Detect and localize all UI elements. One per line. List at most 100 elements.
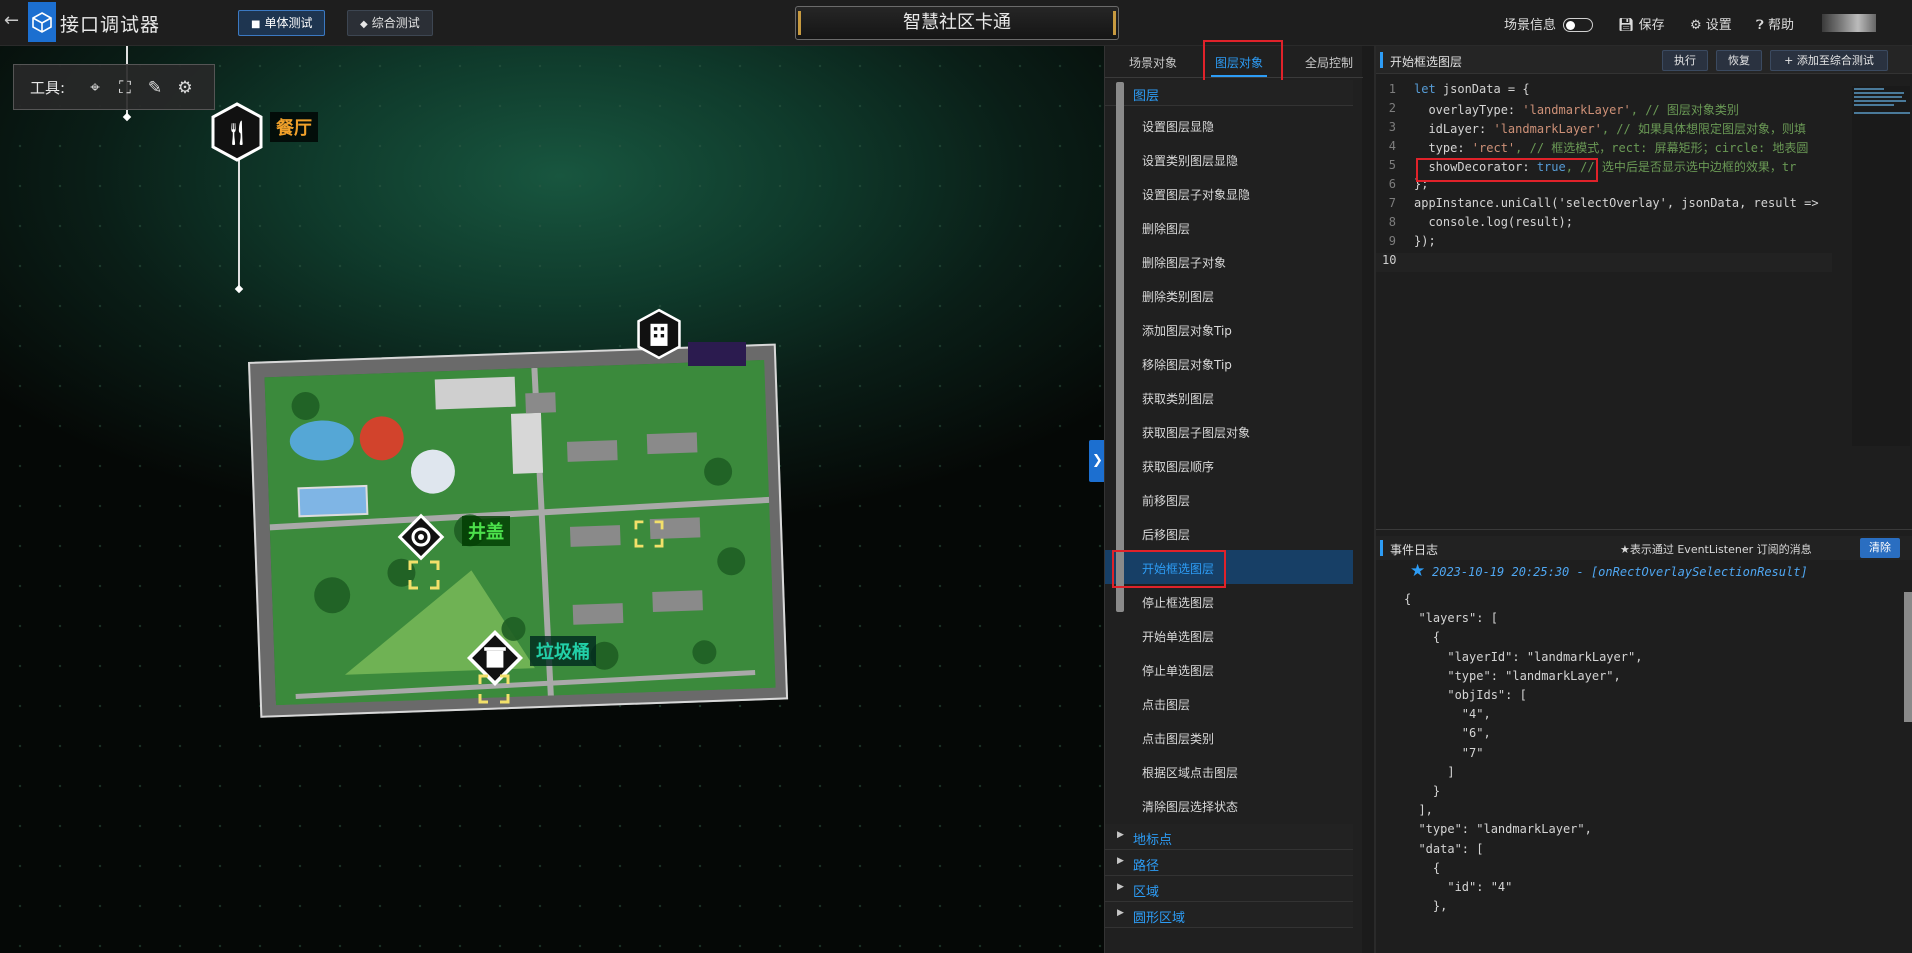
tab-integrated-test-label: 综合测试 [371,16,420,30]
api-item[interactable]: 设置图层子对象显隐 [1105,176,1353,210]
log-json-line: { [1404,860,1441,875]
api-item[interactable]: 停止框选图层 [1105,584,1353,618]
group-collapsed[interactable]: ▶ 地标点 [1105,824,1353,850]
accent-bar [1380,540,1383,556]
minimap-line [1854,112,1910,114]
api-item[interactable]: 点击图层 [1105,686,1353,720]
tab-unit-test[interactable]: ■ 单体测试 [238,10,326,36]
api-item[interactable]: 删除类别图层 [1105,278,1353,312]
api-list-scrollbar[interactable] [1116,82,1124,612]
api-item[interactable]: 删除图层 [1105,210,1353,244]
scene-viewport[interactable]: 工具: ⌖ ⛶ ✎ ⚙ 🍴︎ 餐厅 井盖 垃圾桶 [0,46,1104,953]
code-editor[interactable]: 1 let jsonData = { 2 overlayType: 'landma… [1376,74,1832,534]
code-minimap[interactable] [1852,86,1910,446]
avatar[interactable] [1822,14,1876,32]
line-number: 2 [1388,101,1396,115]
log-json-line: "layerId": "landmarkLayer", [1404,649,1643,664]
layers-icon: ◆ [360,19,368,30]
line-number: 1 [1388,82,1396,96]
restore-button[interactable]: 恢复 [1716,50,1762,71]
api-item[interactable]: 设置图层显隐 [1105,108,1353,142]
add-to-integrated-button[interactable]: + 添加至综合测试 [1770,50,1888,71]
editor-header: 开始框选图层 执行 恢复 + 添加至综合测试 [1376,46,1912,74]
help-label: 帮助 [1767,18,1794,33]
tab-scene-objects[interactable]: 场景对象 [1129,54,1177,71]
tool-panel: 工具: ⌖ ⛶ ✎ ⚙ [13,64,215,110]
api-item[interactable]: 获取图层顺序 [1105,448,1353,482]
line-number: 3 [1388,120,1396,134]
code-token: overlayType: [1414,103,1523,117]
highlight-box [1112,550,1226,588]
api-item[interactable]: 清除图层选择状态 [1105,788,1353,822]
api-item[interactable]: 开始单选图层 [1105,618,1353,652]
line-number: 7 [1388,196,1396,210]
log-json-line: "6", [1404,726,1491,741]
code-token: , // 选中后是否显示选中边框的效果，tr [1565,160,1797,174]
api-item[interactable]: 获取图层子图层对象 [1105,414,1353,448]
pen-icon[interactable]: ✎ [144,77,166,99]
poi-label-trash: 垃圾桶 [530,636,596,666]
minimap-line [1854,100,1906,102]
log-scrollbar[interactable] [1904,592,1912,722]
code-text: idLayer: 'landmarkLayer', // 如果具体想限定图层对象… [1414,120,1806,137]
api-item[interactable]: 根据区域点击图层 [1105,754,1353,788]
selection-bracket-icon [408,560,440,590]
group-collapsed[interactable]: ▶ 路径 [1105,850,1353,876]
api-item-label: 根据区域点击图层 [1142,766,1239,780]
code-line: 1 let jsonData = { [1376,82,1832,101]
code-token: jsonData = { [1435,82,1530,96]
api-item[interactable]: 停止单选图层 [1105,652,1353,686]
app-title: 接口调试器 [60,14,161,36]
building-marker-icon[interactable] [636,308,682,360]
frame-select-icon[interactable]: ⛶ [114,77,136,99]
api-item-label: 开始单选图层 [1142,630,1215,644]
group-collapsed[interactable]: ▶ 区域 [1105,876,1353,902]
star-icon: ★ [1410,561,1426,581]
add-label: 添加至综合测试 [1796,54,1874,67]
code-token: , // 图层对象类别 [1630,103,1739,117]
cube-icon [32,12,52,33]
code-token: 'landmarkLayer' [1493,122,1602,136]
api-item[interactable]: 设置类别图层显隐 [1105,142,1353,176]
api-item-label: 设置图层显隐 [1142,120,1215,134]
log-hint: ★表示通过 EventListener 订阅的消息 [1620,543,1812,556]
settings-button[interactable]: ⚙ 设置 [1690,14,1732,33]
code-line-current: 10 [1376,253,1832,272]
log-header: 事件日志 ★表示通过 EventListener 订阅的消息 清除 [1376,536,1912,560]
api-item[interactable]: 移除图层对象Tip [1105,346,1353,380]
tab-global-control[interactable]: 全局控制 [1305,54,1353,71]
tab-integrated-test[interactable]: ◆ 综合测试 [347,10,433,36]
group-collapsed[interactable]: ▶ 圆形区域 [1105,902,1353,928]
api-item[interactable]: 点击图层类别 [1105,720,1353,754]
save-button[interactable]: 💾︎ 保存 [1618,14,1665,33]
save-icon: 💾︎ [1618,18,1639,33]
chevron-right-icon: ❯ [1092,453,1103,468]
scene-title-text: 智慧社区卡通 [903,12,1011,33]
editor-title: 开始框选图层 [1390,55,1463,69]
caret-right-icon: ▶ [1117,882,1124,892]
manhole-marker-icon[interactable] [396,512,446,562]
code-text: appInstance.uniCall('selectOverlay', jso… [1414,196,1819,210]
clear-log-button[interactable]: 清除 [1860,538,1900,558]
tool-settings-icon[interactable]: ⚙ [174,77,196,99]
help-button[interactable]: ❓︎ 帮助 [1756,14,1794,33]
api-item[interactable]: 前移图层 [1105,482,1353,516]
group-layer[interactable]: ▼ 图层 [1105,80,1353,106]
log-title: 事件日志 [1390,543,1439,557]
back-arrow-icon[interactable]: ← [4,10,19,31]
locate-icon[interactable]: ⌖ [84,77,106,99]
restaurant-marker-icon[interactable]: 🍴︎ [210,102,264,162]
svg-text:🍴︎: 🍴︎ [222,119,252,147]
tab-unit-test-label: 单体测试 [264,16,313,30]
api-item[interactable]: 后移图层 [1105,516,1353,550]
panel-divider[interactable] [1376,529,1912,530]
api-item[interactable]: 删除图层子对象 [1105,244,1353,278]
api-item-label: 停止单选图层 [1142,664,1215,678]
api-item[interactable]: 添加图层对象Tip [1105,312,1353,346]
code-token: let [1414,82,1436,96]
api-item-label: 删除图层子对象 [1142,256,1227,270]
scene-info-toggle[interactable] [1563,18,1593,32]
help-icon: ❓︎ [1756,18,1768,33]
api-item[interactable]: 获取类别图层 [1105,380,1353,414]
run-button[interactable]: 执行 [1662,50,1708,71]
